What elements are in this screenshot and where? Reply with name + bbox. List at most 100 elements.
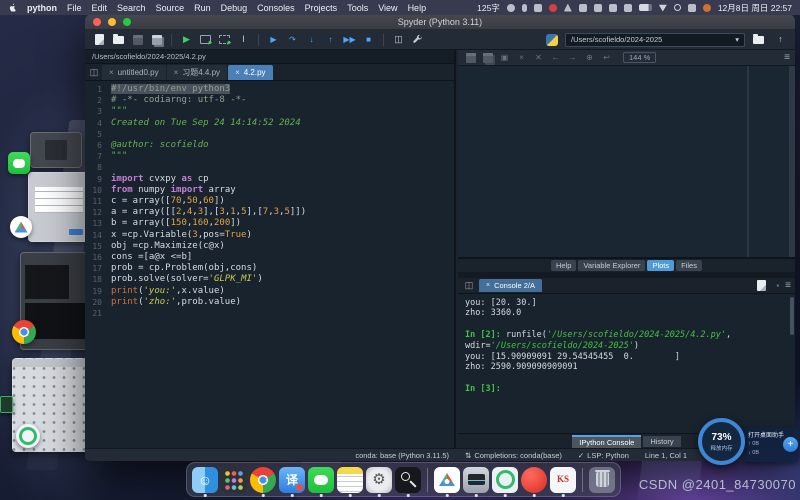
menu-edit[interactable]: Edit bbox=[92, 3, 108, 13]
menu-file[interactable]: File bbox=[67, 3, 82, 13]
menu-source[interactable]: Source bbox=[156, 3, 185, 13]
tab-files[interactable]: Files bbox=[676, 260, 702, 271]
zoom-out-plot-button[interactable]: ↩ bbox=[599, 51, 614, 65]
tab-variable-explorer[interactable]: Variable Explorer bbox=[578, 260, 645, 271]
screen-mirroring-icon[interactable] bbox=[609, 4, 617, 12]
menu-run[interactable]: Run bbox=[194, 3, 211, 13]
dock-trash-icon[interactable] bbox=[589, 467, 615, 493]
run-cell-button[interactable] bbox=[197, 32, 214, 48]
run-cell-advance-button[interactable] bbox=[216, 32, 233, 48]
assistant-plus-button[interactable]: + bbox=[783, 437, 798, 452]
remove-plot-button[interactable]: × bbox=[514, 51, 529, 65]
stage-manager-icon[interactable] bbox=[594, 4, 602, 12]
tab-plots[interactable]: Plots bbox=[647, 260, 674, 271]
dock-finder-icon[interactable]: ☺ bbox=[192, 467, 218, 493]
close-tab-icon[interactable]: × bbox=[109, 68, 114, 77]
new-console-icon[interactable] bbox=[753, 277, 770, 293]
dock-apple-red-icon[interactable] bbox=[521, 467, 547, 493]
menu-app-name[interactable]: python bbox=[27, 3, 57, 13]
dock-settings-icon[interactable]: ⚙ bbox=[366, 467, 392, 493]
dock-notes-icon[interactable] bbox=[337, 467, 363, 493]
browse-console-tabs-icon[interactable]: ◫ bbox=[462, 278, 476, 293]
menu-debug[interactable]: Debug bbox=[221, 3, 248, 13]
menu-help[interactable]: Help bbox=[408, 3, 427, 13]
preferences-button[interactable] bbox=[409, 32, 426, 48]
menu-projects[interactable]: Projects bbox=[305, 3, 338, 13]
input-source-icon[interactable] bbox=[703, 4, 711, 12]
working-directory-selector[interactable]: /Users/scofieldo/2024-2025 ▾ bbox=[565, 33, 745, 47]
interrupt-kernel-icon[interactable]: ▪ bbox=[776, 281, 779, 290]
bluetooth-icon[interactable] bbox=[624, 4, 632, 12]
code-editor[interactable]: 1#!/usr/bin/env python32# -*- codiarng: … bbox=[85, 81, 454, 448]
editor-tab-4.2.py[interactable]: ×4.2.py bbox=[228, 65, 272, 80]
save-all-button[interactable] bbox=[148, 32, 165, 48]
previous-plot-button[interactable]: ← bbox=[548, 51, 563, 65]
dock-recorder-icon[interactable] bbox=[492, 467, 518, 493]
next-plot-button[interactable]: → bbox=[565, 51, 580, 65]
screen-recording-icon[interactable] bbox=[549, 4, 557, 12]
ipython-console[interactable]: you: [20. 30.]zho: 3360.0 In [2]: runfil… bbox=[458, 294, 795, 433]
memory-cleaner-widget[interactable]: 73% 释放内存 bbox=[698, 418, 745, 465]
tab-history[interactable]: History bbox=[643, 436, 680, 447]
console-scrollbar[interactable] bbox=[790, 297, 794, 335]
browse-tabs-icon[interactable]: ◫ bbox=[87, 65, 101, 80]
dock-launchpad-icon[interactable] bbox=[221, 467, 247, 493]
wifi-icon[interactable] bbox=[659, 4, 667, 12]
debug-file-button[interactable]: ▶ bbox=[265, 32, 282, 48]
plots-canvas[interactable] bbox=[458, 66, 795, 258]
emoji-icon[interactable] bbox=[507, 4, 515, 12]
save-all-plots-button[interactable] bbox=[480, 51, 495, 65]
open-file-button[interactable] bbox=[110, 32, 127, 48]
chrome-badge-icon[interactable] bbox=[12, 320, 36, 344]
wechat-badge-icon[interactable] bbox=[8, 152, 30, 174]
plots-options-menu-icon[interactable]: ≡ bbox=[784, 52, 790, 63]
keyboard-icon[interactable] bbox=[534, 4, 542, 12]
tab-help[interactable]: Help bbox=[551, 260, 576, 271]
terminal-badge-icon[interactable] bbox=[0, 396, 13, 413]
desktop-assistant-widget[interactable]: 打开桌面助手 ↑ 0B ↓ 0B + bbox=[744, 427, 799, 462]
menu-tools[interactable]: Tools bbox=[347, 3, 368, 13]
run-selection-button[interactable]: I bbox=[235, 32, 252, 48]
continue-execution-button[interactable]: ▶▶ bbox=[341, 32, 358, 48]
battery-icon[interactable] bbox=[639, 4, 652, 11]
minimized-window-preview-2[interactable] bbox=[28, 172, 90, 242]
tab-ipython-console[interactable]: IPython Console bbox=[572, 435, 641, 448]
paw-icon[interactable] bbox=[579, 4, 587, 12]
close-console-icon[interactable]: × bbox=[486, 282, 490, 289]
recorder-badge-icon[interactable] bbox=[16, 424, 40, 448]
stop-debugging-button[interactable]: ■ bbox=[360, 32, 377, 48]
python-interpreter-icon[interactable] bbox=[543, 32, 560, 48]
network-app-icon[interactable] bbox=[564, 4, 572, 12]
dock-ks-icon[interactable]: KS bbox=[550, 467, 576, 493]
apple-menu-icon[interactable] bbox=[8, 3, 17, 13]
plots-scrollbar[interactable] bbox=[789, 66, 795, 257]
microphone-icon[interactable] bbox=[522, 4, 527, 12]
parent-directory-button[interactable]: ↑ bbox=[772, 32, 789, 48]
remove-all-plots-button[interactable]: ✕ bbox=[531, 51, 546, 65]
menu-view[interactable]: View bbox=[378, 3, 397, 13]
save-plot-button[interactable] bbox=[463, 51, 478, 65]
editor-tab-习题4.4.py[interactable]: ×习题4.4.py bbox=[167, 65, 227, 80]
title-bar[interactable]: Spyder (Python 3.11) bbox=[85, 14, 795, 30]
zoom-in-plot-button[interactable]: ⊕ bbox=[582, 51, 597, 65]
dock-netapp-icon[interactable] bbox=[434, 467, 460, 493]
dock-translate-icon[interactable]: 译 bbox=[279, 467, 305, 493]
step-into-button[interactable]: ↓ bbox=[303, 32, 320, 48]
menu-consoles[interactable]: Consoles bbox=[257, 3, 295, 13]
dock-passwords-icon[interactable] bbox=[395, 467, 421, 493]
step-out-button[interactable]: ↑ bbox=[322, 32, 339, 48]
display-icon[interactable] bbox=[688, 4, 696, 12]
console-options-menu-icon[interactable]: ≡ bbox=[785, 280, 791, 291]
network-app-badge-icon[interactable] bbox=[10, 216, 32, 238]
save-file-button[interactable] bbox=[129, 32, 146, 48]
menu-search[interactable]: Search bbox=[117, 3, 146, 13]
editor-tab-untitled0.py[interactable]: ×untitled0.py bbox=[102, 65, 166, 80]
spotlight-search-icon[interactable] bbox=[674, 4, 681, 11]
minimized-window-preview-1[interactable] bbox=[30, 132, 82, 168]
close-tab-icon[interactable]: × bbox=[235, 68, 240, 77]
menu-clock[interactable]: 12月8日 周日 22:57 bbox=[718, 2, 792, 14]
close-tab-icon[interactable]: × bbox=[174, 68, 179, 77]
new-file-button[interactable] bbox=[91, 32, 108, 48]
copy-plot-button[interactable]: ▣ bbox=[497, 51, 512, 65]
step-over-button[interactable]: ↷ bbox=[284, 32, 301, 48]
